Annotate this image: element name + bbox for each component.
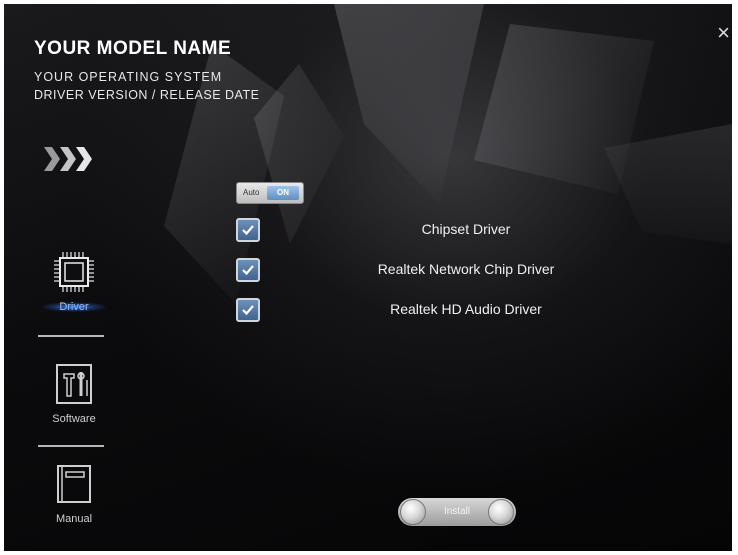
- checkmark-icon: [242, 265, 254, 276]
- book-icon: [57, 465, 91, 503]
- close-icon[interactable]: ×: [717, 22, 730, 44]
- auto-toggle-label: Auto: [243, 188, 260, 197]
- auto-toggle-state: ON: [267, 186, 299, 200]
- driver-row: Realtek Network Chip Driver: [4, 258, 732, 284]
- driver-checkbox[interactable]: [236, 218, 260, 242]
- chevrons-icon: [44, 147, 92, 171]
- installer-window: × YOUR MODEL NAME YOUR OPERATING SYSTEM …: [4, 4, 732, 551]
- driver-row: Chipset Driver: [4, 218, 732, 244]
- driver-row: Realtek HD Audio Driver: [4, 298, 732, 324]
- auto-toggle[interactable]: Auto ON: [236, 182, 304, 204]
- driver-checkbox[interactable]: [236, 298, 260, 322]
- tools-icon: [56, 364, 92, 404]
- nav-manual[interactable]: Manual: [36, 462, 112, 525]
- nav-divider: [38, 335, 104, 337]
- nav-manual-label: Manual: [55, 513, 93, 525]
- nav-software[interactable]: Software: [36, 362, 112, 425]
- background-shard: [334, 4, 484, 204]
- install-button[interactable]: Install: [398, 498, 516, 526]
- driver-name: Realtek HD Audio Driver: [390, 301, 542, 317]
- checkmark-icon: [242, 305, 254, 316]
- operating-system: YOUR OPERATING SYSTEM: [34, 70, 223, 84]
- nav-divider: [38, 445, 104, 447]
- model-name: YOUR MODEL NAME: [34, 38, 232, 59]
- driver-name: Chipset Driver: [421, 221, 511, 237]
- driver-checkbox[interactable]: [236, 258, 260, 282]
- knob-icon: [488, 499, 514, 525]
- nav-software-label: Software: [52, 413, 96, 425]
- checkmark-icon: [242, 225, 254, 236]
- driver-name: Realtek Network Chip Driver: [377, 261, 555, 277]
- driver-version: DRIVER VERSION / RELEASE DATE: [34, 88, 260, 102]
